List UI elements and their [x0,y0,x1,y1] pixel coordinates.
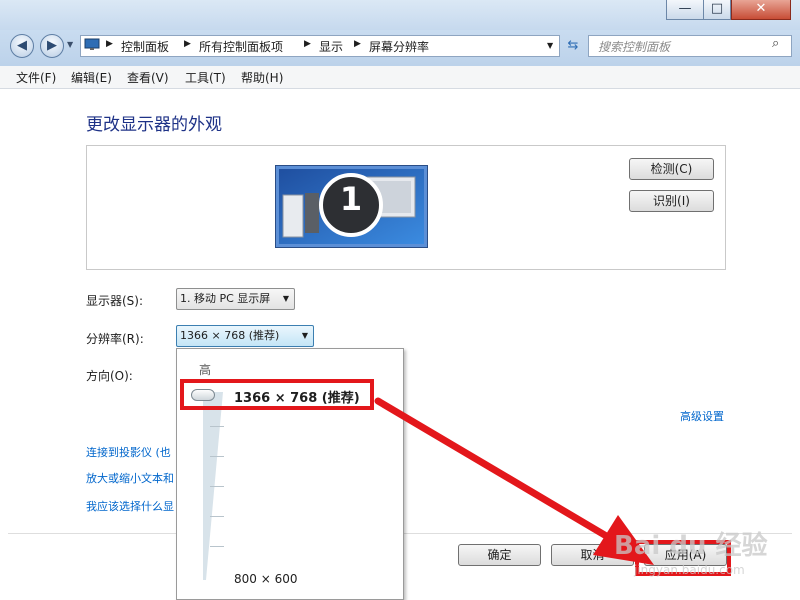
page-title: 更改显示器的外观 [86,115,222,135]
display-select-value: 1. 移动 PC 显示屏 [180,292,271,305]
refresh-icon: ⇆ [567,38,579,53]
slider-tick [210,486,224,487]
slider-tick [210,456,224,457]
minimize-icon: — [678,1,692,16]
projector-link[interactable]: 连接到投影仪 (也 [86,444,171,460]
menu-edit[interactable]: 编辑(E) [71,69,112,86]
display-select[interactable]: 1. 移动 PC 显示屏 ▼ [176,288,295,310]
forward-button[interactable]: ▶ [40,34,64,58]
close-button[interactable]: ✕ [731,0,791,20]
search-icon[interactable]: ⌕ [772,36,779,51]
breadcrumb-screen-resolution[interactable]: 屏幕分辨率 [369,38,429,55]
breadcrumb-separator-icon: ▶ [106,39,113,49]
orientation-label: 方向(O): [86,369,133,383]
chevron-down-icon: ▼ [301,331,308,340]
slider-tick [210,516,224,517]
display-label: 显示器(S): [86,294,144,308]
slider-low-label: 800 × 600 [234,572,298,586]
resolution-label: 分辨率(R): [86,332,144,346]
arrow-left-icon: ◀ [17,38,27,53]
resolution-select[interactable]: 1366 × 768 (推荐) ▼ [176,325,314,347]
text-size-link[interactable]: 放大或缩小文本和 [86,470,174,486]
advanced-settings-link[interactable]: 高级设置 [680,408,724,424]
maximize-icon: □ [710,1,724,16]
monitor-number: 1 [339,180,363,218]
highlight-box [180,379,374,410]
chevron-down-icon: ▼ [282,294,289,303]
breadcrumb-separator-icon: ▶ [354,39,361,49]
menu-file[interactable]: 文件(F) [16,69,56,86]
recent-pages-dropdown[interactable]: ▼ [67,40,73,49]
breadcrumb-separator-icon: ▶ [184,39,191,49]
slider-tick [210,426,224,427]
detect-button[interactable]: 检测(C) [629,158,714,180]
close-icon: ✕ [755,1,767,16]
refresh-button[interactable]: ⇆ [562,36,584,56]
back-button[interactable]: ◀ [10,34,34,58]
search-input[interactable]: 搜索控制面板 [598,38,670,55]
slider-tick [210,546,224,547]
menu-tools[interactable]: 工具(T) [185,69,226,86]
control-panel-icon [84,38,100,51]
watermark-url: jingyan.baidu.com [634,563,745,577]
arrow-right-icon: ▶ [47,38,57,53]
minimize-button[interactable]: — [666,0,704,20]
watermark-logo: Bai du 经验 [614,531,768,561]
choose-settings-link[interactable]: 我应该选择什么显 [86,498,174,514]
maximize-button[interactable]: □ [703,0,731,20]
breadcrumb-control-panel[interactable]: 控制面板 [121,38,169,55]
slider-high-label: 高 [199,363,212,377]
menu-bar [0,66,800,89]
resolution-select-value: 1366 × 768 (推荐) [180,329,280,342]
menu-view[interactable]: 查看(V) [127,69,169,86]
breadcrumb-all-items[interactable]: 所有控制面板项 [199,38,283,55]
breadcrumb-display[interactable]: 显示 [319,38,343,55]
chevron-down-icon: ▼ [67,40,74,49]
menu-help[interactable]: 帮助(H) [241,69,283,86]
identify-button[interactable]: 识别(I) [629,190,714,212]
breadcrumb-separator-icon: ▶ [304,39,311,49]
address-dropdown-icon[interactable]: ▼ [547,41,553,50]
